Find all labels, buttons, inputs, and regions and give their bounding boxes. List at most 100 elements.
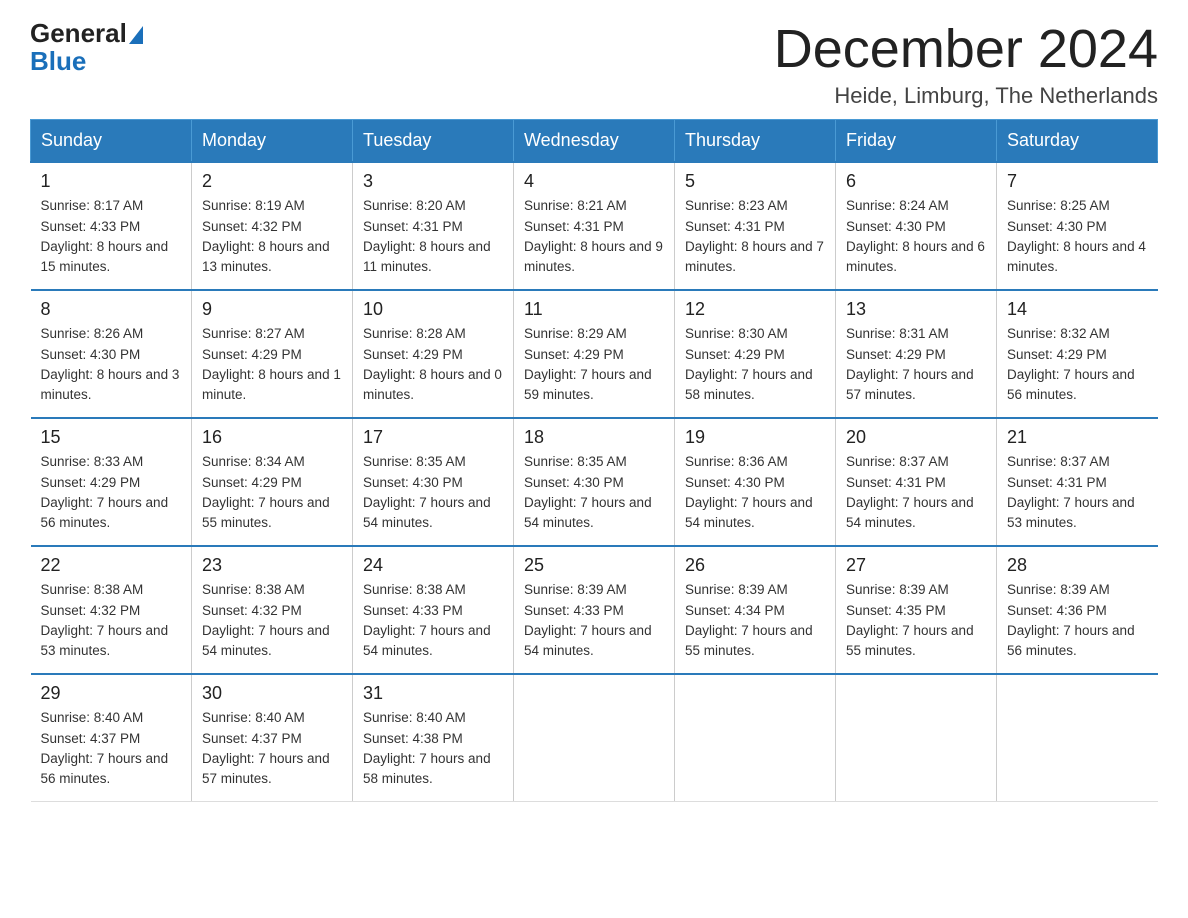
day-number: 5: [685, 171, 825, 192]
day-info: Sunrise: 8:37 AMSunset: 4:31 PMDaylight:…: [1007, 452, 1148, 533]
day-number: 16: [202, 427, 342, 448]
day-number: 18: [524, 427, 664, 448]
calendar-cell: 18 Sunrise: 8:35 AMSunset: 4:30 PMDayligh…: [514, 418, 675, 546]
calendar-cell: 27Sunrise: 8:39 AMSunset: 4:35 PMDayligh…: [836, 546, 997, 674]
weekday-header-tuesday: Tuesday: [353, 120, 514, 163]
calendar-cell: 21 Sunrise: 8:37 AMSunset: 4:31 PMDayligh…: [997, 418, 1158, 546]
calendar-week-4: 22Sunrise: 8:38 AMSunset: 4:32 PMDayligh…: [31, 546, 1158, 674]
calendar-cell: 30 Sunrise: 8:40 AMSunset: 4:37 PMDayligh…: [192, 674, 353, 802]
day-number: 25: [524, 555, 664, 576]
calendar-cell: [997, 674, 1158, 802]
calendar-cell: 12 Sunrise: 8:30 AMSunset: 4:29 PMDayligh…: [675, 290, 836, 418]
day-info: Sunrise: 8:34 AMSunset: 4:29 PMDaylight:…: [202, 452, 342, 533]
calendar-cell: 26Sunrise: 8:39 AMSunset: 4:34 PMDayligh…: [675, 546, 836, 674]
day-info: Sunrise: 8:31 AMSunset: 4:29 PMDaylight:…: [846, 324, 986, 405]
day-number: 8: [41, 299, 182, 320]
day-number: 13: [846, 299, 986, 320]
day-number: 30: [202, 683, 342, 704]
day-info: Sunrise: 8:19 AMSunset: 4:32 PMDaylight:…: [202, 196, 342, 277]
calendar-cell: 16 Sunrise: 8:34 AMSunset: 4:29 PMDayligh…: [192, 418, 353, 546]
weekday-header-friday: Friday: [836, 120, 997, 163]
day-info: Sunrise: 8:29 AMSunset: 4:29 PMDaylight:…: [524, 324, 664, 405]
page-header: General Blue December 2024 Heide, Limbur…: [30, 20, 1158, 109]
calendar-cell: 2 Sunrise: 8:19 AMSunset: 4:32 PMDaylight…: [192, 162, 353, 290]
day-info: Sunrise: 8:30 AMSunset: 4:29 PMDaylight:…: [685, 324, 825, 405]
calendar-cell: 23 Sunrise: 8:38 AMSunset: 4:32 PMDayligh…: [192, 546, 353, 674]
day-number: 23: [202, 555, 342, 576]
calendar-table: SundayMondayTuesdayWednesdayThursdayFrid…: [30, 119, 1158, 802]
calendar-cell: 4Sunrise: 8:21 AMSunset: 4:31 PMDaylight…: [514, 162, 675, 290]
day-info: Sunrise: 8:40 AMSunset: 4:37 PMDaylight:…: [41, 708, 182, 789]
calendar-cell: 28 Sunrise: 8:39 AMSunset: 4:36 PMDayligh…: [997, 546, 1158, 674]
day-number: 20: [846, 427, 986, 448]
weekday-header-wednesday: Wednesday: [514, 120, 675, 163]
day-info: Sunrise: 8:39 AMSunset: 4:35 PMDaylight:…: [846, 580, 986, 661]
weekday-header-sunday: Sunday: [31, 120, 192, 163]
calendar-week-5: 29 Sunrise: 8:40 AMSunset: 4:37 PMDayligh…: [31, 674, 1158, 802]
calendar-cell: 13 Sunrise: 8:31 AMSunset: 4:29 PMDayligh…: [836, 290, 997, 418]
calendar-cell: [675, 674, 836, 802]
day-info: Sunrise: 8:37 AMSunset: 4:31 PMDaylight:…: [846, 452, 986, 533]
day-number: 17: [363, 427, 503, 448]
day-info: Sunrise: 8:39 AMSunset: 4:36 PMDaylight:…: [1007, 580, 1148, 661]
calendar-cell: 6 Sunrise: 8:24 AMSunset: 4:30 PMDaylight…: [836, 162, 997, 290]
logo: General Blue: [30, 20, 145, 77]
weekday-header-monday: Monday: [192, 120, 353, 163]
day-info: Sunrise: 8:20 AMSunset: 4:31 PMDaylight:…: [363, 196, 503, 277]
day-info: Sunrise: 8:38 AMSunset: 4:33 PMDaylight:…: [363, 580, 503, 661]
calendar-cell: 15 Sunrise: 8:33 AMSunset: 4:29 PMDayligh…: [31, 418, 192, 546]
day-info: Sunrise: 8:23 AMSunset: 4:31 PMDaylight:…: [685, 196, 825, 277]
day-number: 26: [685, 555, 825, 576]
day-number: 10: [363, 299, 503, 320]
day-number: 9: [202, 299, 342, 320]
calendar-week-1: 1Sunrise: 8:17 AMSunset: 4:33 PMDaylight…: [31, 162, 1158, 290]
weekday-header-saturday: Saturday: [997, 120, 1158, 163]
calendar-cell: 31Sunrise: 8:40 AMSunset: 4:38 PMDayligh…: [353, 674, 514, 802]
calendar-body: 1Sunrise: 8:17 AMSunset: 4:33 PMDaylight…: [31, 162, 1158, 802]
calendar-cell: 14Sunrise: 8:32 AMSunset: 4:29 PMDayligh…: [997, 290, 1158, 418]
day-number: 4: [524, 171, 664, 192]
day-info: Sunrise: 8:40 AMSunset: 4:37 PMDaylight:…: [202, 708, 342, 789]
calendar-cell: 5 Sunrise: 8:23 AMSunset: 4:31 PMDaylight…: [675, 162, 836, 290]
day-number: 29: [41, 683, 182, 704]
day-info: Sunrise: 8:38 AMSunset: 4:32 PMDaylight:…: [202, 580, 342, 661]
day-info: Sunrise: 8:40 AMSunset: 4:38 PMDaylight:…: [363, 708, 503, 789]
day-number: 28: [1007, 555, 1148, 576]
calendar-cell: 29 Sunrise: 8:40 AMSunset: 4:37 PMDayligh…: [31, 674, 192, 802]
day-number: 12: [685, 299, 825, 320]
day-info: Sunrise: 8:39 AMSunset: 4:33 PMDaylight:…: [524, 580, 664, 661]
day-info: Sunrise: 8:27 AMSunset: 4:29 PMDaylight:…: [202, 324, 342, 405]
day-info: Sunrise: 8:26 AMSunset: 4:30 PMDaylight:…: [41, 324, 182, 405]
calendar-cell: 8 Sunrise: 8:26 AMSunset: 4:30 PMDaylight…: [31, 290, 192, 418]
month-title: December 2024: [774, 20, 1158, 79]
day-number: 11: [524, 299, 664, 320]
day-number: 2: [202, 171, 342, 192]
day-number: 7: [1007, 171, 1148, 192]
calendar-cell: 25 Sunrise: 8:39 AMSunset: 4:33 PMDayligh…: [514, 546, 675, 674]
day-info: Sunrise: 8:36 AMSunset: 4:30 PMDaylight:…: [685, 452, 825, 533]
day-number: 21: [1007, 427, 1148, 448]
day-info: Sunrise: 8:25 AMSunset: 4:30 PMDaylight:…: [1007, 196, 1148, 277]
weekday-header-thursday: Thursday: [675, 120, 836, 163]
calendar-cell: 19 Sunrise: 8:36 AMSunset: 4:30 PMDayligh…: [675, 418, 836, 546]
calendar-cell: [514, 674, 675, 802]
calendar-cell: 7 Sunrise: 8:25 AMSunset: 4:30 PMDaylight…: [997, 162, 1158, 290]
day-number: 6: [846, 171, 986, 192]
logo-blue-text: Blue: [30, 46, 86, 76]
calendar-cell: 9 Sunrise: 8:27 AMSunset: 4:29 PMDaylight…: [192, 290, 353, 418]
location-subtitle: Heide, Limburg, The Netherlands: [774, 83, 1158, 109]
day-info: Sunrise: 8:32 AMSunset: 4:29 PMDaylight:…: [1007, 324, 1148, 405]
day-number: 3: [363, 171, 503, 192]
logo-triangle-icon: [129, 26, 143, 44]
calendar-header: SundayMondayTuesdayWednesdayThursdayFrid…: [31, 120, 1158, 163]
calendar-cell: 17 Sunrise: 8:35 AMSunset: 4:30 PMDayligh…: [353, 418, 514, 546]
day-info: Sunrise: 8:35 AMSunset: 4:30 PMDaylight:…: [363, 452, 503, 533]
day-info: Sunrise: 8:33 AMSunset: 4:29 PMDaylight:…: [41, 452, 182, 533]
calendar-cell: 24Sunrise: 8:38 AMSunset: 4:33 PMDayligh…: [353, 546, 514, 674]
day-number: 19: [685, 427, 825, 448]
day-info: Sunrise: 8:17 AMSunset: 4:33 PMDaylight:…: [41, 196, 182, 277]
day-info: Sunrise: 8:35 AMSunset: 4:30 PMDaylight:…: [524, 452, 664, 533]
day-info: Sunrise: 8:38 AMSunset: 4:32 PMDaylight:…: [41, 580, 182, 661]
day-info: Sunrise: 8:24 AMSunset: 4:30 PMDaylight:…: [846, 196, 986, 277]
day-number: 15: [41, 427, 182, 448]
